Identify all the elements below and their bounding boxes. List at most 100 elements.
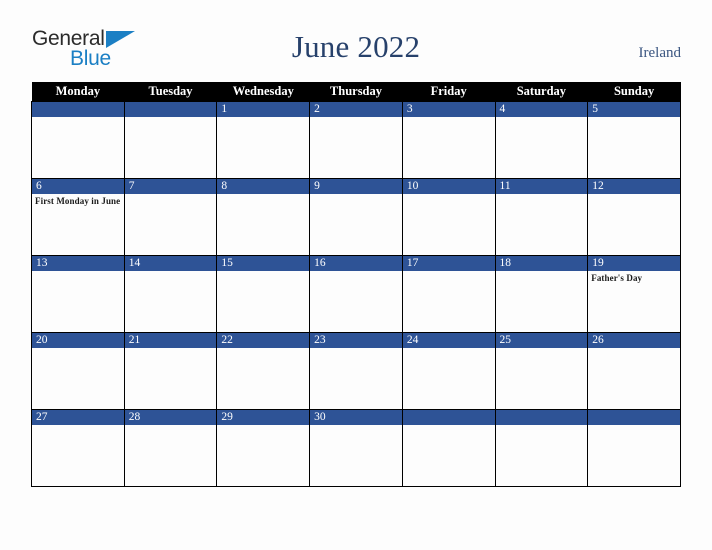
day-events: Father's Day xyxy=(588,271,680,284)
weekday-header-row: Monday Tuesday Wednesday Thursday Friday… xyxy=(31,82,681,102)
day-events xyxy=(125,117,217,119)
calendar-day-cell[interactable]: 8 xyxy=(216,178,311,256)
day-events: First Monday in June xyxy=(32,194,124,207)
day-events xyxy=(310,117,402,119)
day-events xyxy=(217,117,309,119)
day-number: 8 xyxy=(217,179,310,194)
day-number: 6 xyxy=(32,179,124,194)
weekday-header-monday: Monday xyxy=(31,82,125,102)
day-number: 29 xyxy=(217,410,310,425)
calendar-day-cell[interactable]: 15 xyxy=(216,255,311,333)
day-events xyxy=(310,194,402,196)
calendar-day-cell[interactable]: 5 xyxy=(587,101,681,179)
day-events xyxy=(588,117,680,119)
day-number: 11 xyxy=(495,179,588,194)
calendar-day-cell[interactable]: 20 xyxy=(31,332,125,410)
day-number: 16 xyxy=(310,256,402,271)
calendar-week-row: 20 21 22 23 24 25 26 xyxy=(31,332,681,410)
calendar-day-cell[interactable]: 10 xyxy=(401,178,496,256)
calendar-day-cell[interactable]: 28 xyxy=(123,409,218,487)
day-events xyxy=(32,425,124,427)
day-number: 7 xyxy=(124,179,217,194)
day-number: 15 xyxy=(217,256,310,271)
page-header: General Blue June 2022 Ireland xyxy=(0,0,712,82)
day-number: 13 xyxy=(32,256,124,271)
calendar-day-cell[interactable] xyxy=(494,409,589,487)
calendar-day-cell[interactable] xyxy=(587,409,681,487)
day-events xyxy=(588,348,680,350)
day-events xyxy=(588,425,680,427)
calendar-day-cell[interactable]: 26 xyxy=(587,332,681,410)
calendar-day-cell[interactable]: 30 xyxy=(309,409,403,487)
day-events xyxy=(403,194,495,196)
event-label[interactable]: First Monday in June xyxy=(35,196,121,207)
day-number: 28 xyxy=(124,410,217,425)
day-events xyxy=(403,348,495,350)
day-events xyxy=(125,194,217,196)
day-events xyxy=(496,194,588,196)
calendar-day-cell[interactable]: 18 xyxy=(494,255,589,333)
day-events xyxy=(32,348,124,350)
day-events xyxy=(496,348,588,350)
day-number: 26 xyxy=(588,333,680,348)
event-label[interactable]: Father's Day xyxy=(591,273,677,284)
calendar-week-row: 6 First Monday in June 7 8 9 10 11 12 xyxy=(31,178,681,256)
calendar-day-cell[interactable] xyxy=(401,409,496,487)
calendar-day-cell[interactable]: 21 xyxy=(123,332,218,410)
day-events xyxy=(310,271,402,273)
day-number: 4 xyxy=(495,102,588,117)
weekday-header-saturday: Saturday xyxy=(495,82,588,102)
calendar-grid: Monday Tuesday Wednesday Thursday Friday… xyxy=(31,82,681,487)
calendar-day-cell[interactable]: 4 xyxy=(494,101,589,179)
day-number: 20 xyxy=(32,333,124,348)
calendar-week-row: 27 28 29 30 xyxy=(31,409,681,487)
day-number xyxy=(402,410,495,425)
day-number: 25 xyxy=(495,333,588,348)
day-events xyxy=(496,425,588,427)
day-events xyxy=(217,425,309,427)
day-number: 19 xyxy=(588,256,680,271)
day-events xyxy=(217,271,309,273)
day-number xyxy=(588,410,680,425)
day-number: 30 xyxy=(310,410,402,425)
calendar-day-cell[interactable]: 29 xyxy=(216,409,311,487)
calendar-day-cell[interactable]: 11 xyxy=(494,178,589,256)
calendar-day-cell[interactable] xyxy=(123,101,218,179)
day-number: 9 xyxy=(310,179,402,194)
calendar-day-cell[interactable]: 25 xyxy=(494,332,589,410)
calendar-day-cell[interactable]: 2 xyxy=(309,101,403,179)
calendar-day-cell[interactable]: 3 xyxy=(401,101,496,179)
day-events xyxy=(403,425,495,427)
day-events xyxy=(588,194,680,196)
day-number: 5 xyxy=(588,102,680,117)
day-number: 18 xyxy=(495,256,588,271)
calendar-day-cell[interactable]: 7 xyxy=(123,178,218,256)
day-events xyxy=(217,348,309,350)
calendar-day-cell[interactable]: 24 xyxy=(401,332,496,410)
weekday-header-wednesday: Wednesday xyxy=(216,82,310,102)
calendar-day-cell[interactable]: 19 Father's Day xyxy=(587,255,681,333)
day-events xyxy=(125,348,217,350)
calendar-day-cell[interactable]: 23 xyxy=(309,332,403,410)
calendar-day-cell[interactable]: 17 xyxy=(401,255,496,333)
day-events xyxy=(310,348,402,350)
calendar-day-cell[interactable]: 22 xyxy=(216,332,311,410)
calendar-day-cell[interactable]: 16 xyxy=(309,255,403,333)
calendar-day-cell[interactable]: 13 xyxy=(31,255,125,333)
weekday-header-tuesday: Tuesday xyxy=(124,82,217,102)
weekday-header-thursday: Thursday xyxy=(309,82,403,102)
day-number: 12 xyxy=(588,179,680,194)
day-events xyxy=(32,117,124,119)
day-number: 14 xyxy=(124,256,217,271)
calendar-body: 1 2 3 4 5 6 First Monday in June 7 8 9 10 11 12 13 14 1… xyxy=(31,101,681,487)
calendar-week-row: 13 14 15 16 17 18 19 Father's Day xyxy=(31,255,681,333)
calendar-day-cell[interactable] xyxy=(31,101,125,179)
calendar-day-cell[interactable]: 9 xyxy=(309,178,403,256)
calendar-day-cell[interactable]: 12 xyxy=(587,178,681,256)
calendar-day-cell[interactable]: 6 First Monday in June xyxy=(31,178,125,256)
day-events xyxy=(496,271,588,273)
calendar-day-cell[interactable]: 14 xyxy=(123,255,218,333)
calendar-day-cell[interactable]: 27 xyxy=(31,409,125,487)
calendar-week-row: 12345 xyxy=(31,101,681,179)
calendar-day-cell[interactable]: 1 xyxy=(216,101,311,179)
